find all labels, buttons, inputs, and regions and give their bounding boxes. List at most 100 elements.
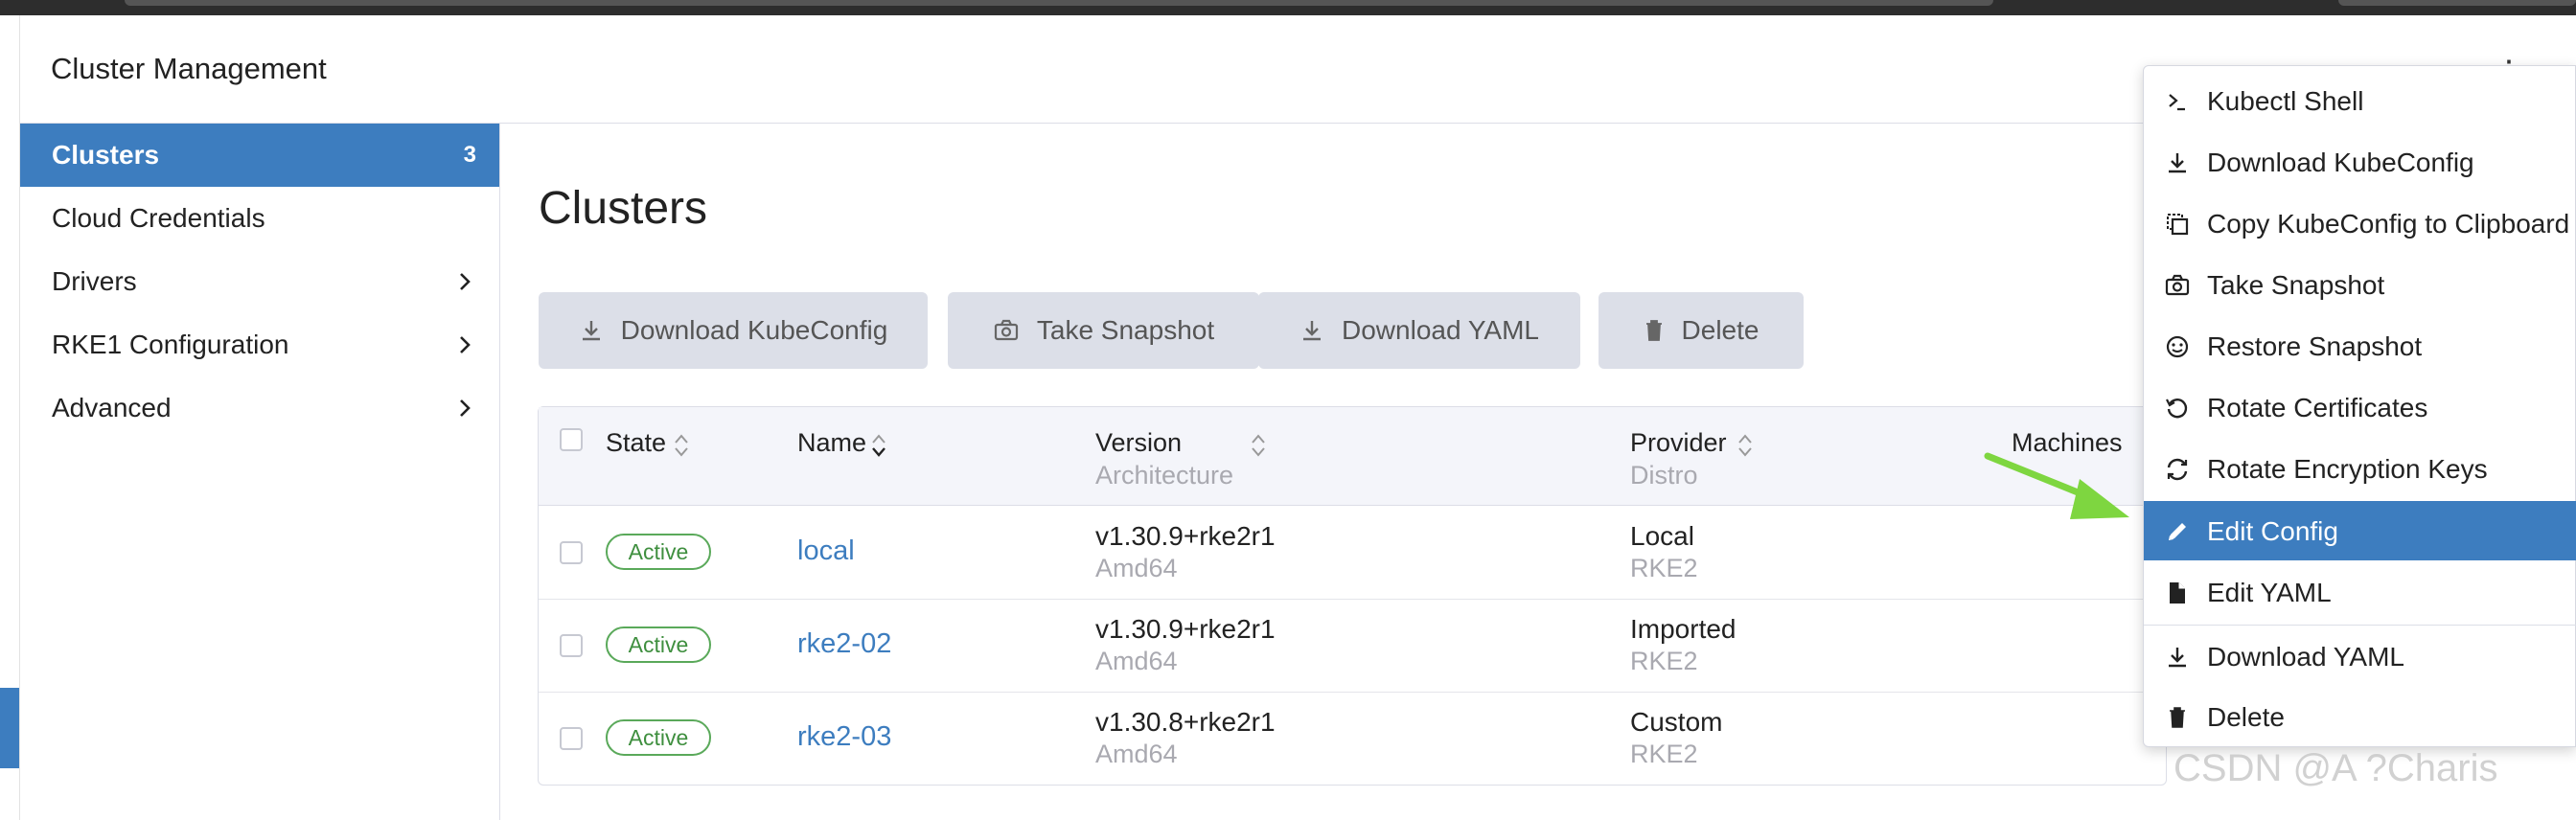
cluster-version: v1.30.9+rke2r1 (1095, 614, 1276, 644)
camera-icon (2165, 274, 2190, 296)
row-checkbox[interactable] (560, 541, 583, 564)
camera-icon (994, 319, 1018, 341)
menu-item-rotate-certificates[interactable]: Rotate Certificates (2144, 377, 2576, 437)
file-icon (2170, 582, 2185, 604)
clusters-count-badge: 3 (463, 142, 476, 168)
page-title: Clusters (539, 183, 708, 234)
menu-item-rotate-encryption-keys[interactable]: Rotate Encryption Keys (2144, 439, 2576, 498)
menu-item-take-snapshot[interactable]: Take Snapshot (2144, 255, 2576, 314)
browser-toolbar (2338, 0, 2576, 6)
sidebar-item-label: Drivers (52, 266, 137, 296)
cluster-distro: RKE2 (1630, 647, 1698, 675)
sort-icon[interactable] (1250, 432, 1267, 459)
button-label: Take Snapshot (1036, 315, 1215, 345)
menu-item-label: Copy KubeConfig to Clipboard (2207, 209, 2570, 239)
clusters-table: State Name Version Architecture Provider… (538, 406, 2168, 786)
cluster-architecture: Amd64 (1095, 554, 1178, 582)
menu-item-copy-kubeconfig[interactable]: Copy KubeConfig to Clipboard (2144, 194, 2576, 253)
cluster-actions-menu: Kubectl Shell Download KubeConfig Copy K… (2143, 65, 2576, 747)
sidebar-item-label: RKE1 Configuration (52, 330, 289, 359)
sidebar-item-drivers[interactable]: Drivers (20, 250, 499, 313)
chevron-right-icon (460, 336, 471, 353)
trash-icon (2170, 707, 2185, 728)
menu-item-label: Edit Config (2207, 516, 2338, 546)
menu-item-download-kubeconfig[interactable]: Download KubeConfig (2144, 132, 2576, 192)
status-badge: Active (606, 534, 711, 570)
menu-item-restore-snapshot[interactable]: Restore Snapshot (2144, 316, 2576, 376)
menu-item-label: Take Snapshot (2207, 270, 2385, 300)
menu-item-label: Kubectl Shell (2207, 86, 2364, 116)
sidebar-item-label: Clusters (52, 140, 160, 170)
cluster-distro: RKE2 (1630, 554, 1698, 582)
column-header-name[interactable]: Name (797, 428, 866, 458)
download-icon (1303, 321, 1322, 341)
cluster-name-link[interactable]: rke2-02 (797, 628, 891, 660)
refresh-icon (2167, 458, 2188, 481)
take-snapshot-button[interactable]: Take Snapshot (948, 292, 1259, 369)
menu-item-edit-yaml[interactable]: Edit YAML (2144, 562, 2576, 622)
column-subheader-distro: Distro (1630, 461, 1698, 490)
restore-icon (2166, 335, 2189, 358)
download-yaml-button[interactable]: Download YAML (1258, 292, 1580, 369)
sidebar-item-clusters[interactable]: Clusters 3 (20, 124, 499, 187)
column-header-provider[interactable]: Provider (1630, 428, 1727, 458)
sidebar-item-advanced[interactable]: Advanced (20, 376, 499, 440)
status-badge: Active (606, 626, 711, 663)
sort-icon[interactable] (673, 432, 690, 459)
chevron-right-icon (460, 273, 471, 290)
row-checkbox[interactable] (560, 634, 583, 657)
menu-item-label: Download YAML (2207, 642, 2404, 672)
browser-address-bar (125, 0, 1993, 6)
column-subheader-architecture: Architecture (1095, 461, 1234, 490)
menu-item-label: Rotate Certificates (2207, 393, 2428, 422)
column-header-state[interactable]: State (606, 428, 666, 458)
cluster-name-link[interactable]: local (797, 535, 855, 567)
sort-icon[interactable] (1736, 432, 1754, 459)
button-label: Download KubeConfig (620, 315, 888, 345)
cluster-version: v1.30.8+rke2r1 (1095, 707, 1276, 737)
sidebar: Clusters 3 Cloud Credentials Drivers RKE… (20, 124, 500, 820)
menu-item-delete[interactable]: Delete (2144, 687, 2576, 746)
menu-item-label: Restore Snapshot (2207, 331, 2423, 361)
trash-icon (1645, 320, 1662, 341)
select-all-checkbox[interactable] (560, 428, 583, 451)
menu-item-label: Rotate Encryption Keys (2207, 454, 2488, 484)
pencil-icon (2169, 523, 2186, 540)
cluster-name-link[interactable]: rke2-03 (797, 721, 891, 753)
download-icon (2169, 648, 2186, 668)
chevron-right-icon (460, 399, 471, 417)
cluster-architecture: Amd64 (1095, 740, 1178, 768)
download-icon (582, 321, 600, 341)
menu-item-label: Delete (2207, 702, 2285, 732)
table-header: State Name Version Architecture Provider… (539, 407, 2168, 506)
cluster-provider: Local (1630, 521, 1694, 551)
button-label: Download YAML (1342, 315, 1539, 345)
menu-divider (2144, 625, 2576, 626)
watermark: CSDN @A ?Charis (2174, 747, 2498, 789)
download-icon (2169, 153, 2186, 173)
column-header-version[interactable]: Version (1095, 428, 1182, 458)
menu-item-label: Download KubeConfig (2207, 148, 2474, 177)
cluster-provider: Imported (1630, 614, 1736, 644)
app-title: Cluster Management (51, 52, 327, 85)
menu-item-download-yaml[interactable]: Download YAML (2144, 626, 2576, 686)
menu-item-edit-config[interactable]: Edit Config (2144, 501, 2576, 560)
status-badge: Active (606, 719, 711, 756)
table-row: Active rke2-02 v1.30.9+rke2r1 Amd64 Impo… (539, 599, 2168, 693)
row-checkbox[interactable] (560, 727, 583, 750)
sidebar-item-label: Cloud Credentials (52, 203, 265, 233)
table-row: Active rke2-03 v1.30.8+rke2r1 Amd64 Cust… (539, 692, 2168, 785)
sidebar-item-rke1-configuration[interactable]: RKE1 Configuration (20, 313, 499, 376)
delete-button[interactable]: Delete (1598, 292, 1804, 369)
annotation-arrow-icon (1984, 452, 2129, 519)
download-kubeconfig-button[interactable]: Download KubeConfig (539, 292, 928, 369)
terminal-icon (2169, 94, 2185, 111)
cluster-distro: RKE2 (1630, 740, 1698, 768)
sidebar-item-cloud-credentials[interactable]: Cloud Credentials (20, 187, 499, 250)
cluster-provider: Custom (1630, 707, 1723, 737)
sort-down-icon[interactable] (870, 432, 887, 459)
cluster-architecture: Amd64 (1095, 647, 1178, 675)
outer-left-rail-accent (0, 688, 19, 768)
menu-item-label: Edit YAML (2207, 578, 2332, 607)
menu-item-kubectl-shell[interactable]: Kubectl Shell (2144, 71, 2576, 130)
